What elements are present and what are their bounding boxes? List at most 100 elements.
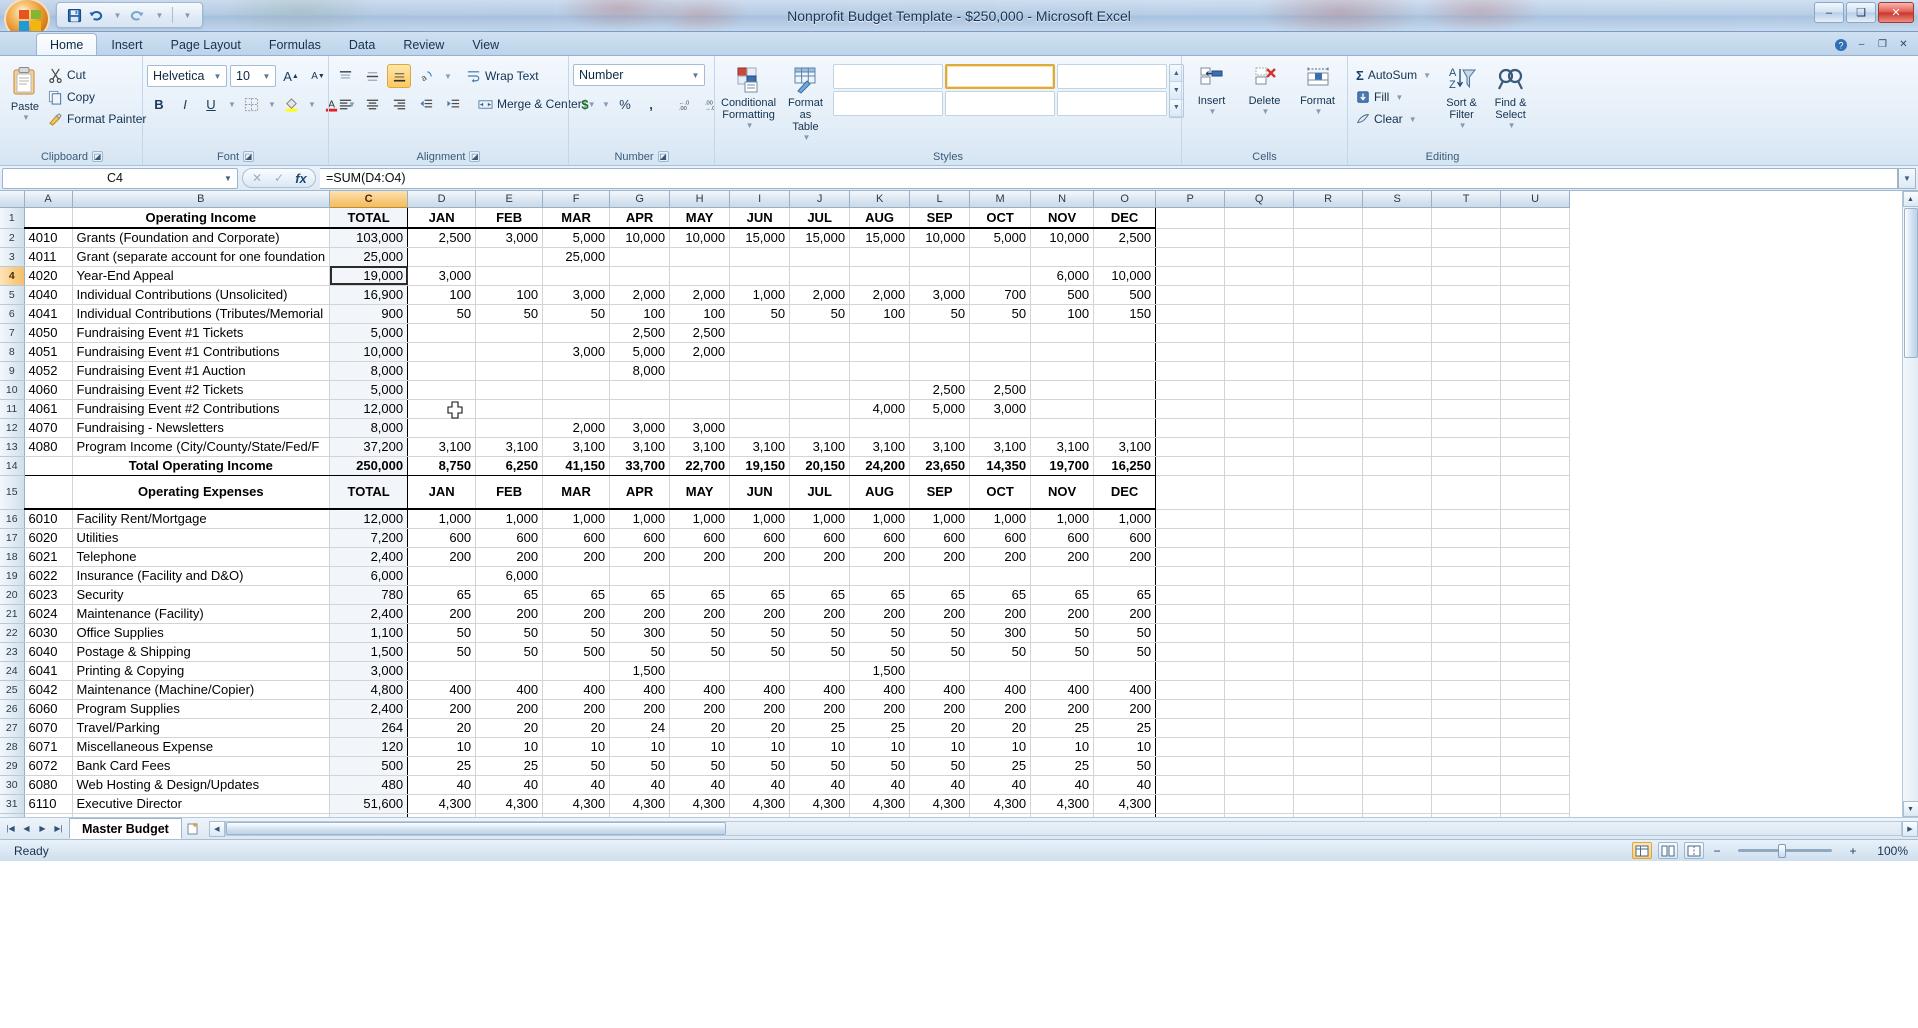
cell-m27[interactable]: 20 [970,718,1031,737]
cell-o28[interactable]: 10 [1094,737,1156,756]
cell-q6[interactable] [1225,304,1294,323]
cell-l14[interactable]: 23,650 [910,456,970,475]
cell-l13[interactable]: 3,100 [910,437,970,456]
cell-b31[interactable]: Executive Director [72,794,330,813]
cell-u25[interactable] [1501,680,1570,699]
row-header-6[interactable]: 6 [0,304,24,323]
cell-u23[interactable] [1501,642,1570,661]
first-sheet-icon[interactable]: |◀ [3,821,18,837]
cell-b26[interactable]: Program Supplies [72,699,330,718]
cell-r9[interactable] [1294,361,1363,380]
cell-i9[interactable] [730,361,790,380]
cell-q1[interactable] [1225,207,1294,228]
cell-m25[interactable]: 400 [970,680,1031,699]
cell-t29[interactable] [1432,756,1501,775]
cell-f22[interactable]: 50 [543,623,610,642]
cell-l26[interactable]: 200 [910,699,970,718]
cell-style-2[interactable] [945,64,1055,89]
cell-g25[interactable]: 400 [610,680,670,699]
cell-q2[interactable] [1225,228,1294,247]
cell-j6[interactable]: 50 [790,304,850,323]
cell-p10[interactable] [1156,380,1225,399]
cancel-icon[interactable]: ✕ [246,168,268,188]
horizontal-scroll-thumb[interactable] [226,822,726,835]
cell-e11[interactable] [476,399,543,418]
column-header-h[interactable]: H [670,191,730,207]
currency-dropdown-icon[interactable]: ▼ [599,92,611,116]
tab-home[interactable]: Home [36,33,97,55]
cell-o12[interactable] [1094,418,1156,437]
cell-a8[interactable]: 4051 [24,342,72,361]
cell-f26[interactable]: 200 [543,699,610,718]
cell-t31[interactable] [1432,794,1501,813]
align-center-icon[interactable] [360,92,384,116]
cell-d15[interactable]: JAN [408,475,476,509]
cell-b7[interactable]: Fundraising Event #1 Tickets [72,323,330,342]
cell-j12[interactable] [790,418,850,437]
cell-o20[interactable]: 65 [1094,585,1156,604]
cell-p26[interactable] [1156,699,1225,718]
name-box[interactable]: C4 ▼ [2,168,238,189]
number-format-dropdown-icon[interactable]: ▼ [689,71,702,80]
cell-o25[interactable]: 400 [1094,680,1156,699]
cell-d29[interactable]: 25 [408,756,476,775]
cell-c13[interactable]: 37,200 [330,437,408,456]
cell-h26[interactable]: 200 [670,699,730,718]
cell-t30[interactable] [1432,775,1501,794]
cell-a2[interactable]: 4010 [24,228,72,247]
cell-s24[interactable] [1363,661,1432,680]
row-header-24[interactable]: 24 [0,661,24,680]
cell-j27[interactable]: 25 [790,718,850,737]
cell-j20[interactable]: 65 [790,585,850,604]
cell-e25[interactable]: 400 [476,680,543,699]
cell-d12[interactable] [408,418,476,437]
cell-d22[interactable]: 50 [408,623,476,642]
cell-q29[interactable] [1225,756,1294,775]
cell-e2[interactable]: 3,000 [476,228,543,247]
cell-f3[interactable]: 25,000 [543,247,610,266]
column-header-e[interactable]: E [476,191,543,207]
cell-g26[interactable]: 200 [610,699,670,718]
cell-k7[interactable] [850,323,910,342]
cell-c28[interactable]: 120 [330,737,408,756]
cell-k3[interactable] [850,247,910,266]
cell-s15[interactable] [1363,475,1432,509]
cell-b17[interactable]: Utilities [72,528,330,547]
cell-o6[interactable]: 150 [1094,304,1156,323]
cell-h3[interactable] [670,247,730,266]
column-header-n[interactable]: N [1031,191,1094,207]
cell-p32[interactable] [1156,813,1225,817]
cell-t17[interactable] [1432,528,1501,547]
cell-n1[interactable]: NOV [1031,207,1094,228]
cell-o7[interactable] [1094,323,1156,342]
cell-m1[interactable]: OCT [970,207,1031,228]
cell-j14[interactable]: 20,150 [790,456,850,475]
cell-l23[interactable]: 50 [910,642,970,661]
row-header-30[interactable]: 30 [0,775,24,794]
column-header-l[interactable]: L [910,191,970,207]
italic-button[interactable]: I [173,92,197,116]
expand-formula-bar-icon[interactable]: ▼ [1898,168,1916,189]
row-header-31[interactable]: 31 [0,794,24,813]
cell-i5[interactable]: 1,000 [730,285,790,304]
cell-g6[interactable]: 100 [610,304,670,323]
cell-e16[interactable]: 1,000 [476,509,543,528]
cell-h8[interactable]: 2,000 [670,342,730,361]
cell-r12[interactable] [1294,418,1363,437]
cell-m32[interactable]: 3,200 [970,813,1031,817]
cell-t2[interactable] [1432,228,1501,247]
tab-formulas[interactable]: Formulas [255,33,335,55]
cell-g14[interactable]: 33,700 [610,456,670,475]
row-header-23[interactable]: 23 [0,642,24,661]
cell-c22[interactable]: 1,100 [330,623,408,642]
cell-o2[interactable]: 2,500 [1094,228,1156,247]
tab-data[interactable]: Data [335,33,389,55]
cell-q13[interactable] [1225,437,1294,456]
cell-c23[interactable]: 1,500 [330,642,408,661]
cell-i24[interactable] [730,661,790,680]
clear-button[interactable]: Clear ▼ [1352,108,1435,130]
vertical-scrollbar[interactable]: ▲ ▼ [1902,191,1918,817]
cell-b22[interactable]: Office Supplies [72,623,330,642]
cell-g4[interactable] [610,266,670,285]
help-icon[interactable]: ? [1832,36,1849,53]
